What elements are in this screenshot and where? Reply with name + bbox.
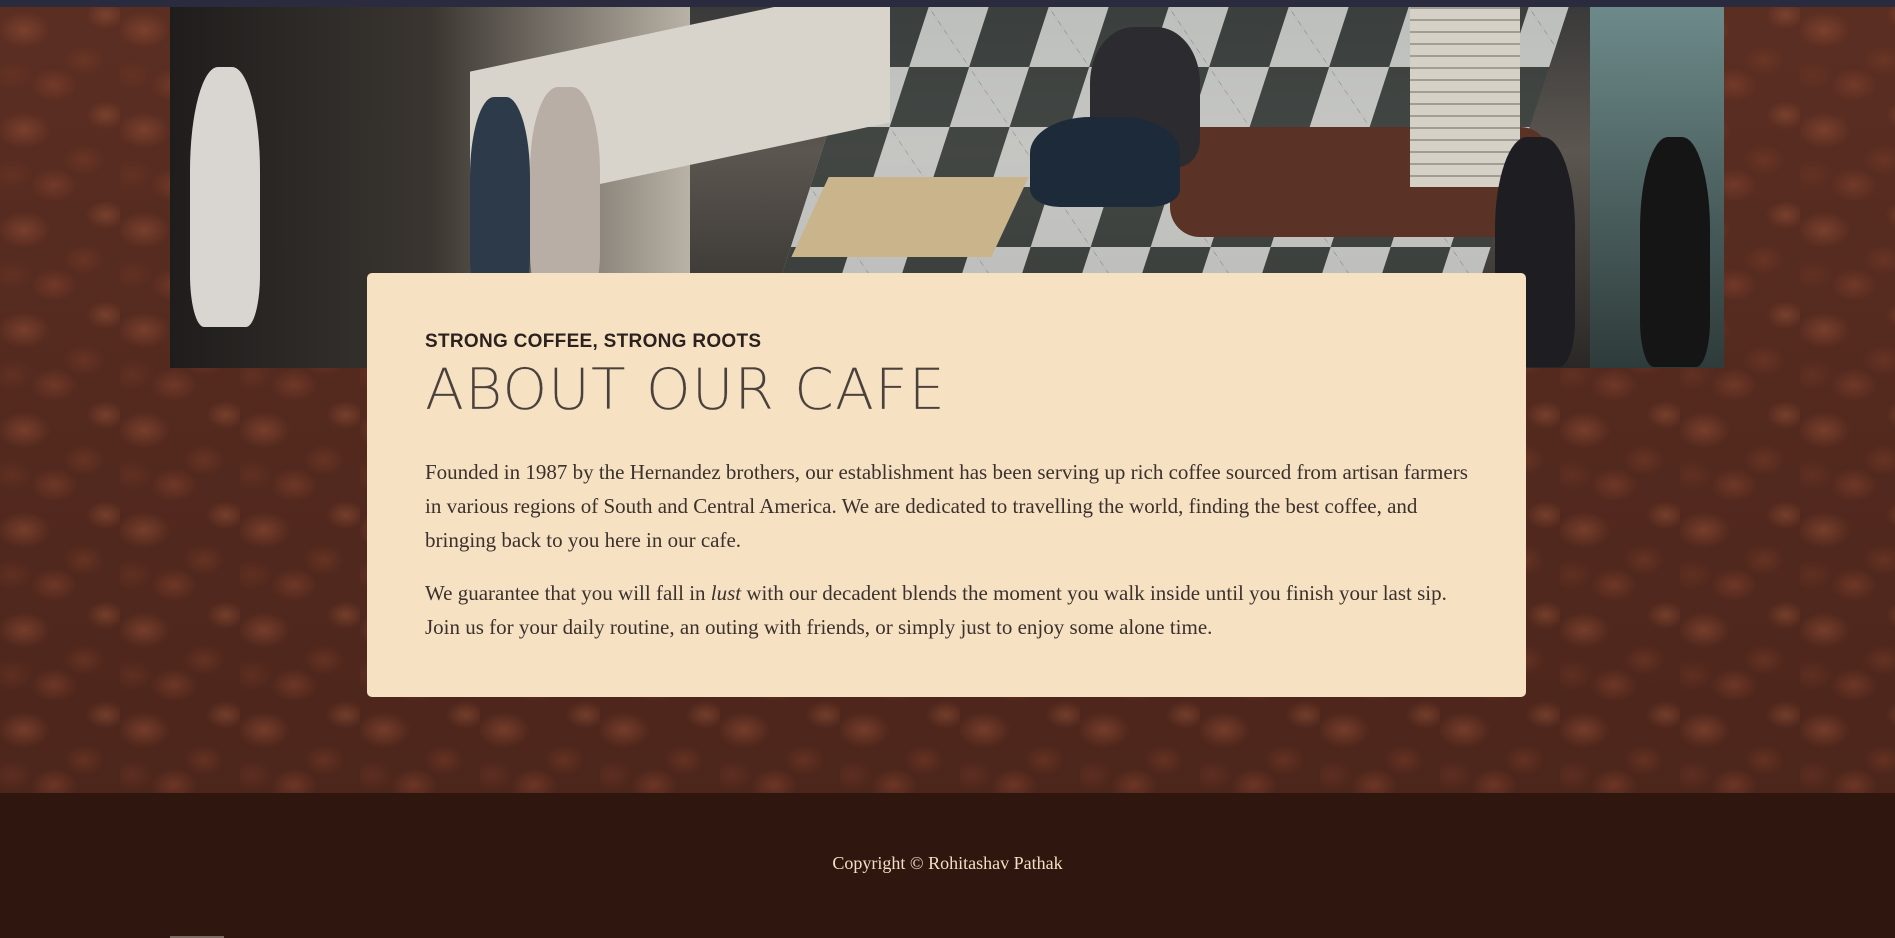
- footer: Copyright © Rohitashav Pathak: [0, 793, 1895, 938]
- hero-person: [530, 87, 600, 297]
- footer-copyright: Copyright © Rohitashav Pathak: [832, 853, 1063, 873]
- about-paragraph-2: We guarantee that you will fall in lust …: [425, 576, 1468, 644]
- about-paragraph-2-start: We guarantee that you will fall in: [425, 581, 711, 605]
- about-paragraph-2-emphasis: lust: [710, 581, 742, 605]
- about-title: ABOUT OUR CAFE: [425, 357, 946, 423]
- hero-person: [470, 97, 530, 297]
- top-bar: [0, 0, 1895, 7]
- about-subtitle: STRONG COFFEE, STRONG ROOTS: [425, 331, 762, 352]
- about-paragraph-1: Founded in 1987 by the Hernandez brother…: [425, 460, 1468, 552]
- hero-person: [1640, 137, 1710, 367]
- hero-person: [190, 67, 260, 327]
- about-card: STRONG COFFEE, STRONG ROOTS ABOUT OUR CA…: [367, 273, 1526, 697]
- hero-person: [1030, 117, 1180, 207]
- hero-table: [791, 177, 1029, 257]
- hero-brick-column: [1410, 7, 1520, 187]
